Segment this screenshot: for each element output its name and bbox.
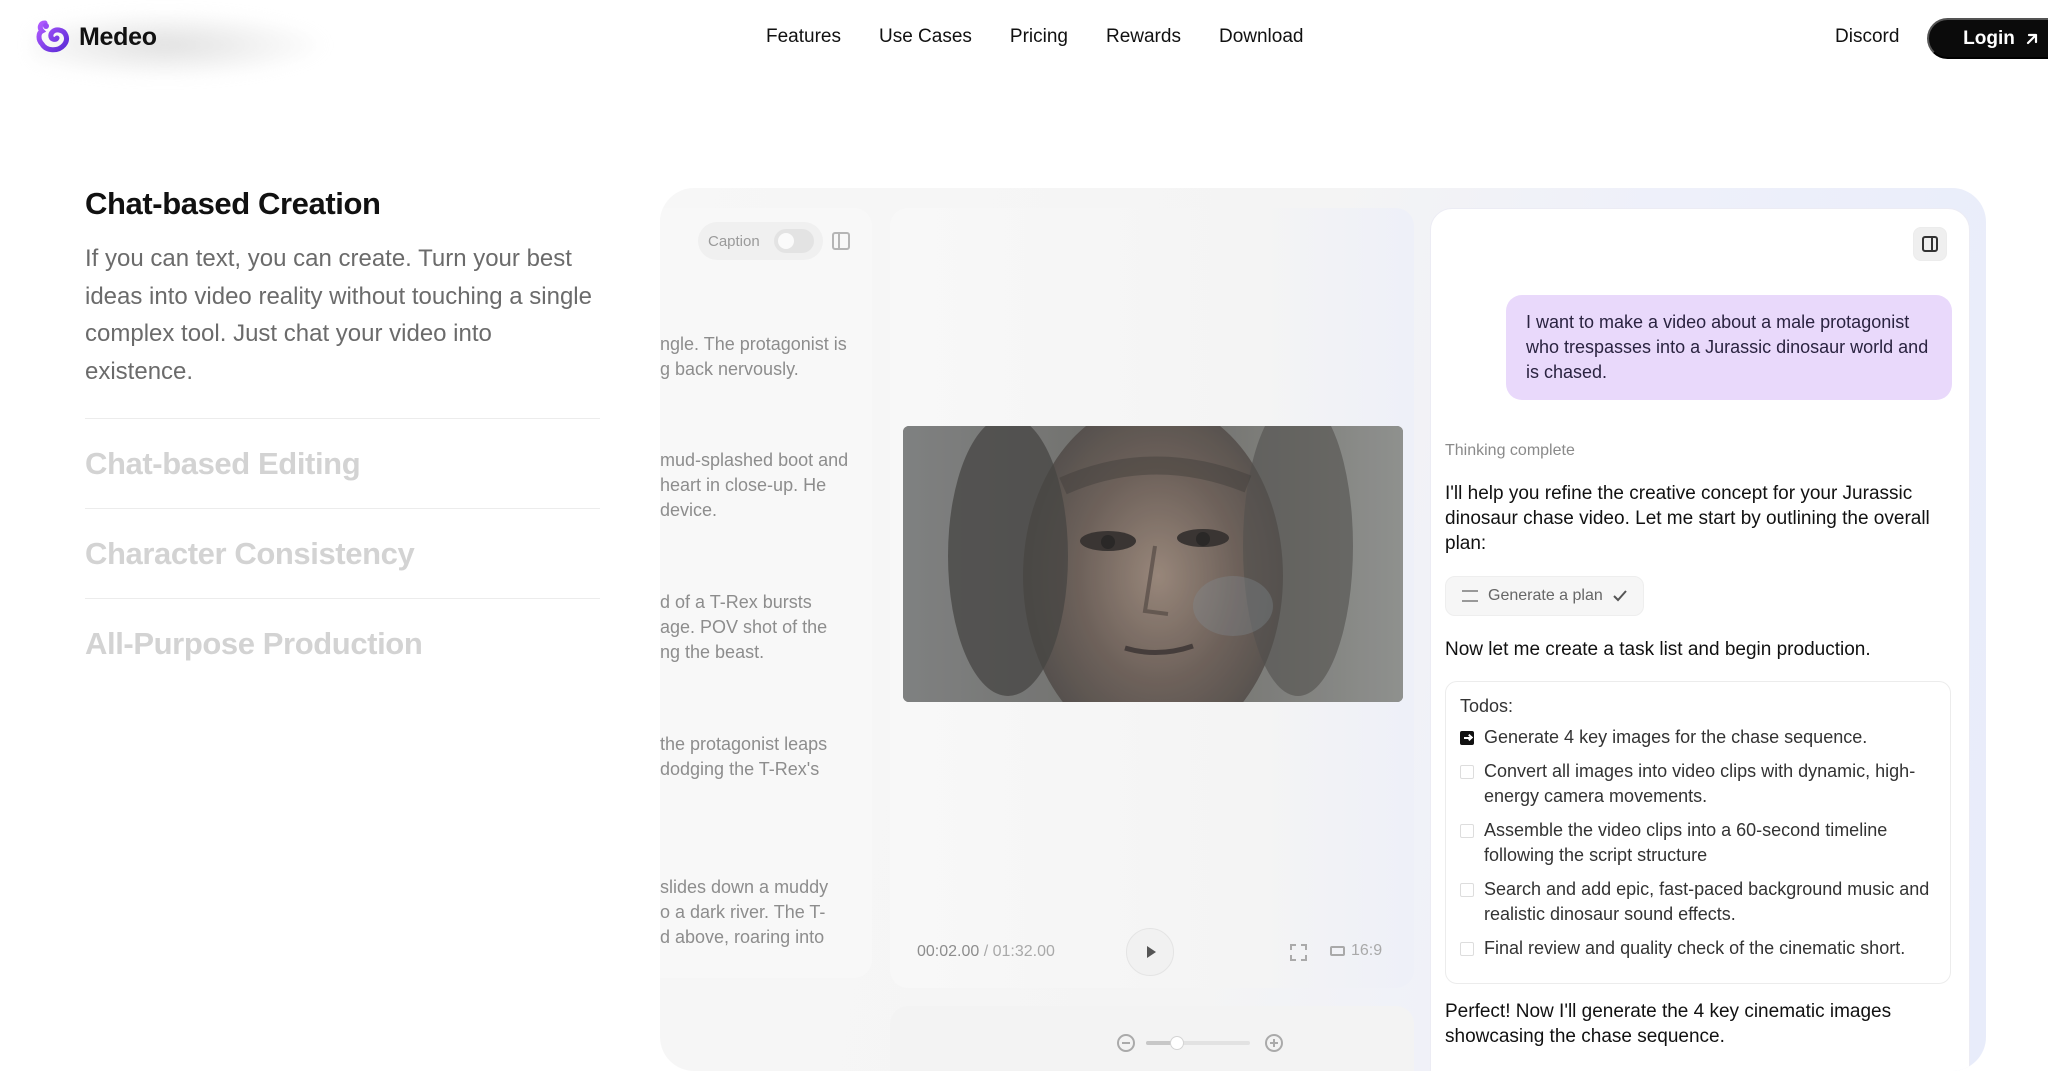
video-frame[interactable] [903,426,1403,702]
plan-chip-label: Generate a plan [1488,587,1603,604]
checklist-icon [1462,590,1478,602]
script-line: dodging the T-Rex's [660,759,820,779]
feature-chat-editing[interactable]: Chat-based Editing [85,419,600,509]
chat-panel: I want to make a video about a male prot… [1430,208,1970,1071]
app-demo-preview: Caption ngle. The protagonist is g back … [660,188,1986,1071]
main-menu: Features Use Cases Pricing Rewards Downl… [766,26,1303,48]
script-line: device. [660,500,718,520]
feature-title-chat-creation: Chat-based Creation [85,186,381,221]
protagonist-face-image [903,426,1403,702]
todo-item[interactable]: Assemble the video clips into a 60-secon… [1460,818,1936,868]
script-line: ngle. The protagonist is [660,334,847,354]
generate-plan-chip[interactable]: Generate a plan [1445,576,1644,616]
script-line: d of a T-Rex bursts [660,592,812,612]
nav-link-download[interactable]: Download [1219,26,1304,48]
todo-title: Todos: [1460,696,1514,716]
zoom-slider-handle[interactable] [1170,1036,1185,1050]
script-paragraph: mud-splashed boot and heart in close-up.… [660,448,872,523]
todo-checkbox [1460,765,1474,779]
caption-toggle-group: Caption [698,222,823,260]
caption-label: Caption [708,232,760,250]
aspect-ratio-selector[interactable]: 16:9 [1330,942,1382,960]
script-line: d above, roaring into [660,927,825,947]
video-canvas: 00:02.00 / 01:32.00 16:9 [890,208,1414,988]
player-timecode: 00:02.00 / 01:32.00 [917,943,1055,961]
todo-checkbox [1460,824,1474,838]
script-line: age. POV shot of the [660,617,828,637]
assistant-message: I'll help you refine the creative concep… [1445,483,1930,554]
nav-link-pricing[interactable]: Pricing [1010,26,1068,48]
play-icon [1147,946,1156,958]
timeline-panel [890,1006,1414,1071]
caption-toggle[interactable] [773,229,814,253]
aspect-ratio-icon [1330,946,1345,956]
fullscreen-icon[interactable] [1290,944,1307,961]
collapse-panel-icon[interactable] [832,232,850,250]
feature-all-purpose-production[interactable]: All-Purpose Production [85,599,600,689]
discord-link[interactable]: Discord [1835,26,1899,48]
script-panel: Caption ngle. The protagonist is g back … [660,208,872,978]
player-controls: 00:02.00 / 01:32.00 16:9 [890,928,1414,978]
zoom-slider[interactable] [1146,1036,1250,1050]
nav-link-rewards[interactable]: Rewards [1106,26,1181,48]
script-paragraph: slides down a muddy o a dark river. The … [660,875,872,950]
script-line: g back nervously. [660,359,799,379]
zoom-in-icon[interactable] [1265,1034,1283,1052]
nav-link-use-cases[interactable]: Use Cases [879,26,972,48]
assistant-message: Now let me create a task list and begin … [1445,639,1871,660]
medeo-logo-icon [36,20,69,53]
todo-checkbox-checked-icon [1460,731,1474,745]
login-button[interactable]: Login [1927,18,2048,59]
arrow-up-right-icon [2026,33,2037,44]
todo-text: Assemble the video clips into a 60-secon… [1484,820,1888,865]
todo-text: Final review and quality check of the ci… [1484,938,1906,958]
todo-list: Todos: Generate 4 key images for the cha… [1445,681,1951,984]
script-paragraph: ngle. The protagonist is g back nervousl… [660,332,872,382]
todo-text: Generate 4 key images for the chase sequ… [1484,727,1868,747]
nav-link-features[interactable]: Features [766,26,841,48]
feature-character-consistency[interactable]: Character Consistency [85,509,600,599]
top-navigation: Medeo Features Use Cases Pricing Rewards… [0,0,2048,80]
todo-text: Search and add epic, fast-paced backgrou… [1484,879,1930,924]
checkmark-icon [1613,590,1627,602]
current-time: 00:02.00 [917,943,980,960]
todo-item[interactable]: Search and add epic, fast-paced backgrou… [1460,877,1936,927]
script-line: mud-splashed boot and [660,450,849,470]
user-message-bubble: I want to make a video about a male prot… [1506,295,1952,400]
brand-name: Medeo [79,22,157,51]
feature-active[interactable]: Chat-based Creation If you can text, you… [85,186,600,419]
todo-item[interactable]: Generate 4 key images for the chase sequ… [1460,725,1936,750]
thinking-status[interactable]: Thinking complete [1445,442,1575,460]
script-line: heart in close-up. He [660,475,827,495]
play-button[interactable] [1126,928,1174,976]
aspect-ratio-value: 16:9 [1351,942,1383,959]
todo-checkbox [1460,883,1474,897]
script-paragraph: the protagonist leaps dodging the T-Rex'… [660,732,872,782]
script-line: o a dark river. The T- [660,902,826,922]
todo-item[interactable]: Final review and quality check of the ci… [1460,936,1936,961]
script-line: slides down a muddy [660,877,829,897]
todo-checkbox [1460,942,1474,956]
feature-list: Chat-based Creation If you can text, you… [85,186,600,689]
total-time: 01:32.00 [992,943,1055,960]
time-separator: / [979,943,993,960]
assistant-message: Perfect! Now I'll generate the 4 key cin… [1445,1001,1892,1047]
todo-item[interactable]: Convert all images into video clips with… [1460,759,1936,809]
script-paragraph: d of a T-Rex bursts age. POV shot of the… [660,590,872,665]
script-line: ng the beast. [660,642,765,662]
panel-toggle-icon [1922,236,1938,252]
brand-logo[interactable]: Medeo [36,20,157,54]
todo-text: Convert all images into video clips with… [1484,761,1916,806]
script-line: the protagonist leaps [660,734,828,754]
zoom-out-icon[interactable] [1117,1034,1135,1052]
chat-collapse-button[interactable] [1913,227,1947,261]
login-label: Login [1963,27,2015,49]
feature-description: If you can text, you can create. Turn yo… [85,240,600,419]
